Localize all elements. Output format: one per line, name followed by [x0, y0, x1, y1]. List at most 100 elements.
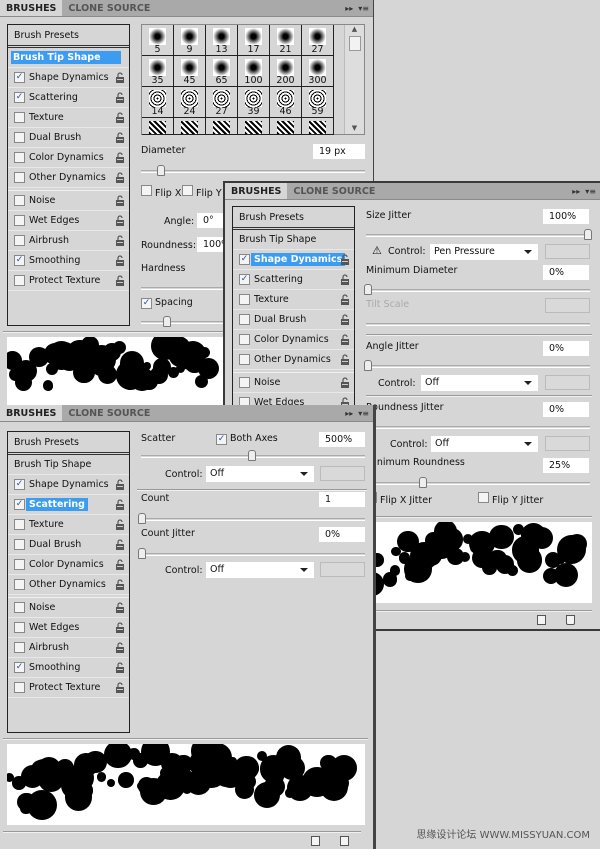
lock-icon[interactable] — [115, 642, 125, 653]
panel-menu-icon[interactable]: ▾≡ — [585, 183, 596, 200]
list-item-other-dynamics[interactable]: Other Dynamics — [233, 350, 354, 370]
collapse-icon[interactable]: ▸▸ — [345, 0, 353, 17]
brush-preset[interactable]: 9 — [174, 25, 206, 56]
list-item-brush-tip-shape[interactable]: Brush Tip Shape — [8, 455, 129, 475]
checkbox[interactable] — [239, 314, 250, 325]
grid-scrollbar[interactable]: ▲ ▼ — [344, 25, 364, 134]
list-item-smoothing[interactable]: ✓ Smoothing — [8, 251, 129, 271]
brush-preset[interactable] — [142, 118, 174, 135]
list-item-noise[interactable]: Noise — [8, 191, 129, 211]
checkbox[interactable] — [239, 294, 250, 305]
brush-preset[interactable] — [302, 118, 334, 135]
checkbox[interactable]: ✓ — [14, 255, 25, 266]
lock-icon[interactable] — [115, 622, 125, 633]
list-item-scattering[interactable]: ✓ Scattering — [8, 88, 129, 108]
min-diameter-slider[interactable] — [364, 284, 590, 295]
scroll-up-icon[interactable]: ▲ — [345, 25, 364, 33]
list-item-smoothing[interactable]: ✓ Smoothing — [8, 658, 129, 678]
list-item-other-dynamics[interactable]: Other Dynamics — [8, 168, 129, 188]
brush-preset[interactable] — [206, 118, 238, 135]
list-item-color-dynamics[interactable]: Color Dynamics — [8, 148, 129, 168]
slider-knob[interactable] — [138, 513, 146, 524]
lock-icon[interactable] — [115, 92, 125, 103]
lock-icon[interactable] — [340, 334, 350, 345]
list-item-dual-brush[interactable]: Dual Brush — [233, 310, 354, 330]
roundness-jitter-slider[interactable] — [366, 426, 590, 429]
lock-icon[interactable] — [115, 255, 125, 266]
list-item-noise[interactable]: Noise — [233, 373, 354, 393]
list-item-texture[interactable]: Texture — [8, 108, 129, 128]
tab-brushes[interactable]: BRUSHES — [0, 0, 63, 16]
lock-icon[interactable] — [340, 377, 350, 388]
lock-icon[interactable] — [115, 112, 125, 123]
list-item-dual-brush[interactable]: Dual Brush — [8, 535, 129, 555]
collapse-icon[interactable]: ▸▸ — [572, 183, 580, 200]
panel-menu-icon[interactable]: ▾≡ — [358, 405, 369, 422]
lock-icon[interactable] — [340, 274, 350, 285]
checkbox[interactable]: ✓ — [14, 479, 25, 490]
checkbox[interactable] — [14, 152, 25, 163]
checkbox[interactable]: ✓ — [14, 92, 25, 103]
list-item-airbrush[interactable]: Airbrush — [8, 638, 129, 658]
lock-icon[interactable] — [340, 254, 350, 265]
list-item-protect-texture[interactable]: Protect Texture — [8, 271, 129, 291]
trash-icon[interactable] — [566, 615, 575, 625]
size-control-select[interactable]: Pen Pressure — [430, 244, 538, 260]
checkbox[interactable]: ✓ — [14, 72, 25, 83]
both-axes-checkbox[interactable]: ✓ Both Axes — [216, 433, 278, 445]
checkbox[interactable] — [14, 112, 25, 123]
brush-presets-button[interactable]: Brush Presets — [8, 25, 129, 48]
tab-clone-source[interactable]: CLONE SOURCE — [62, 0, 156, 16]
roundness-jitter-input[interactable]: 0% — [543, 402, 589, 417]
brush-preset[interactable]: 17 — [238, 25, 270, 56]
list-item-texture[interactable]: Texture — [233, 290, 354, 310]
checkbox[interactable] — [14, 275, 25, 286]
list-item-brush-tip-shape[interactable]: Brush Tip Shape — [233, 230, 354, 250]
tab-clone-source[interactable]: CLONE SOURCE — [287, 183, 381, 199]
count-jitter-slider[interactable] — [138, 548, 365, 559]
scatter-control-select[interactable]: Off — [206, 466, 314, 482]
brush-preset[interactable] — [238, 118, 270, 135]
lock-icon[interactable] — [115, 172, 125, 183]
roundness-control-select[interactable]: Off — [431, 436, 538, 452]
brush-preset[interactable]: 200 — [270, 56, 302, 87]
checkbox[interactable] — [14, 682, 25, 693]
lock-icon[interactable] — [115, 132, 125, 143]
size-jitter-slider[interactable] — [366, 229, 592, 240]
brush-preset-grid[interactable]: 5 9 13 17 21 27 35 45 65 100 200 300 14 24 27 39 46 59 ▲ … — [141, 24, 365, 135]
checkbox[interactable]: ✓ — [14, 662, 25, 673]
lock-icon[interactable] — [115, 579, 125, 590]
brush-preset[interactable]: 35 — [142, 56, 174, 87]
lock-icon[interactable] — [115, 479, 125, 490]
min-roundness-slider[interactable] — [366, 477, 590, 488]
list-item-wet-edges[interactable]: Wet Edges — [8, 211, 129, 231]
list-item-airbrush[interactable]: Airbrush — [8, 231, 129, 251]
slider-knob[interactable] — [163, 316, 171, 327]
lock-icon[interactable] — [115, 539, 125, 550]
count-slider[interactable] — [138, 513, 365, 524]
brush-presets-button[interactable]: Brush Presets — [8, 432, 129, 455]
checkbox[interactable] — [14, 519, 25, 530]
brush-preset[interactable]: 24 — [174, 87, 206, 118]
spacing-checkbox[interactable]: ✓ Spacing — [141, 297, 193, 309]
min-roundness-input[interactable]: 25% — [543, 458, 589, 473]
brush-preset[interactable]: 39 — [238, 87, 270, 118]
size-jitter-input[interactable]: 100% — [543, 209, 589, 224]
brush-preset[interactable]: 21 — [270, 25, 302, 56]
list-item-color-dynamics[interactable]: Color Dynamics — [233, 330, 354, 350]
lock-icon[interactable] — [115, 72, 125, 83]
slider-knob[interactable] — [584, 229, 592, 240]
list-item-scattering[interactable]: ✓ Scattering — [8, 495, 129, 515]
lock-icon[interactable] — [340, 354, 350, 365]
checkbox[interactable] — [14, 539, 25, 550]
angle-control-select[interactable]: Off — [421, 375, 538, 391]
scatter-slider[interactable] — [141, 450, 365, 461]
count-jitter-input[interactable]: 0% — [319, 527, 365, 542]
slider-knob[interactable] — [138, 548, 146, 559]
checkbox[interactable]: ✓ — [239, 274, 250, 285]
checkbox[interactable] — [14, 132, 25, 143]
slider-knob[interactable] — [157, 165, 165, 176]
slider-knob[interactable] — [364, 284, 372, 295]
brush-preset[interactable] — [270, 118, 302, 135]
list-item-protect-texture[interactable]: Protect Texture — [8, 678, 129, 698]
